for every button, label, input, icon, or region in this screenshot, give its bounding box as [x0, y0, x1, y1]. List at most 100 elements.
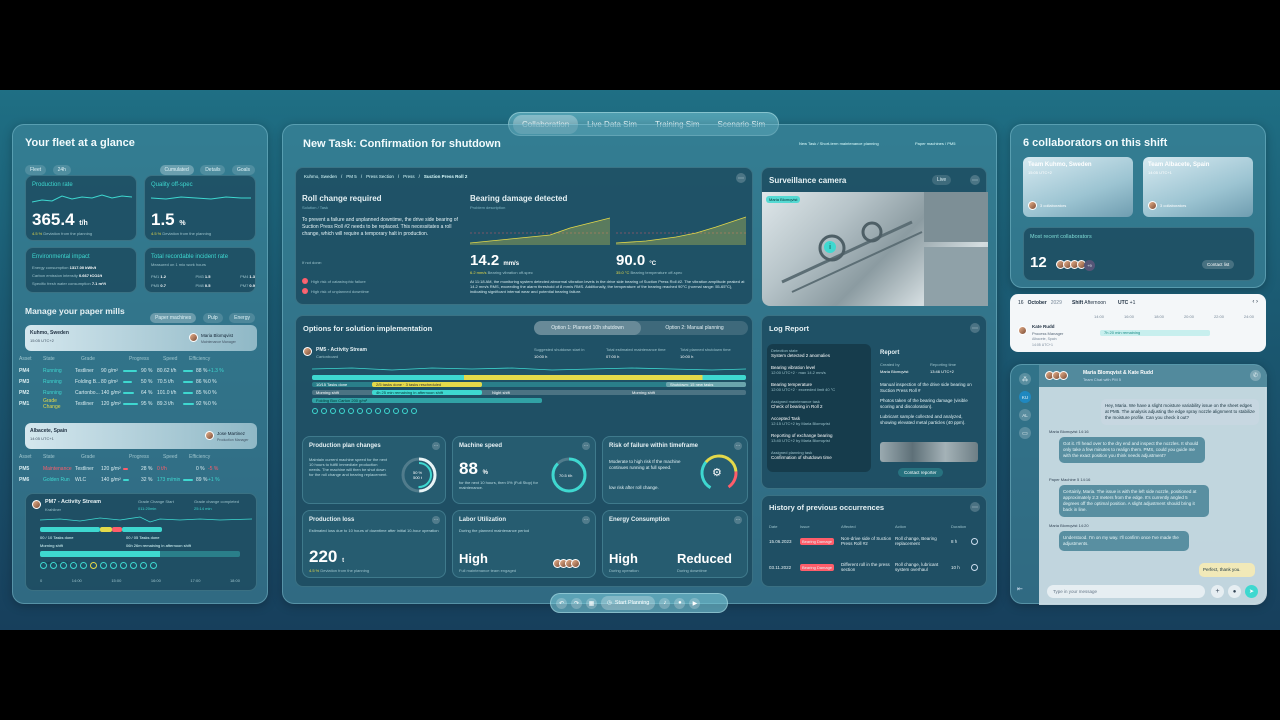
- team-albacete-card[interactable]: Team Albacete, Spain 14:05 UTC+1 3 colla…: [1143, 157, 1253, 217]
- breadcrumb[interactable]: Kuhmo, Sweden / PM 5/Press Section / Press / S…: [304, 174, 467, 179]
- contact-reporter-button[interactable]: Contact reporter: [898, 468, 943, 477]
- chat-bubble-icon[interactable]: ▭: [1019, 427, 1031, 439]
- log-item[interactable]: Reporting of exchange bearing 13:40 UTC+2…: [771, 433, 865, 443]
- fleet-filter[interactable]: Fleet: [25, 165, 47, 175]
- log-item[interactable]: Assigned planning task Confirmation of sh…: [771, 450, 865, 460]
- pm7-activity-stream[interactable]: PM7 - Activity Stream Krahliner Grade Ch…: [25, 493, 257, 591]
- gantt-grade: [312, 375, 746, 380]
- microphone-icon[interactable]: ●: [674, 597, 686, 609]
- schedule-utc[interactable]: UTC +1: [1118, 300, 1135, 306]
- machine-speed-card[interactable]: Machine speed ⋯ 88 % for the next 10 hou…: [452, 436, 596, 504]
- labor-card[interactable]: Labor Utilization ⋯ During the planned m…: [452, 510, 596, 578]
- option-2-button[interactable]: Option 2: Manual planning: [641, 321, 748, 335]
- table-row[interactable]: 15.06.2023 Bearing Damage Non-drive side o…: [769, 536, 981, 546]
- report-photos[interactable]: [880, 442, 978, 462]
- table-row[interactable]: PM1 Grade Change Testliner 120 g/m² 95 % 89.3…: [19, 398, 261, 410]
- speaker-icon[interactable]: ♪: [659, 597, 671, 609]
- schedule-date[interactable]: 16 October 2029: [1018, 300, 1062, 306]
- message-input[interactable]: Type in your message: [1047, 585, 1205, 598]
- avatar: [303, 347, 312, 356]
- recent-collaborators-card[interactable]: Most recent collaborators 12 +9 Contact …: [1023, 227, 1255, 281]
- log-item[interactable]: Detection state System detected 2 anomali…: [771, 348, 865, 358]
- chat-ku[interactable]: KU: [1019, 391, 1031, 403]
- info-icon[interactable]: i: [824, 241, 836, 253]
- more-icon[interactable]: ⋯: [970, 323, 980, 333]
- roll-body: To prevent a failure and unplanned downt…: [302, 217, 458, 237]
- group-icon[interactable]: ⁂: [1019, 373, 1031, 385]
- view-details[interactable]: Details: [200, 165, 226, 175]
- start-planning-button[interactable]: ◷ Start Planning: [601, 596, 656, 610]
- production-loss-card[interactable]: Production loss ⋯ Estimated loss due to …: [302, 510, 446, 578]
- risk-card[interactable]: Risk of failure within timeframe ⋯ Moder…: [602, 436, 748, 504]
- chip-paper-machines[interactable]: Paper machines: [150, 313, 197, 323]
- view-cumulated[interactable]: Cumulated: [159, 165, 194, 175]
- more-icon[interactable]: ⋯: [432, 442, 440, 450]
- quality-delta: 4.5 %: [151, 231, 162, 236]
- quality-card[interactable]: Quality off-spec 1.5 % 4.5 % Deviation f…: [144, 175, 256, 241]
- table-row[interactable]: PM5 Maintenance Testliner 120 g/m² 28 % 0 t/h…: [19, 463, 261, 474]
- log-item[interactable]: Assigned maintenance task Check of bearin…: [771, 399, 865, 409]
- grade-bar-next: [122, 527, 162, 532]
- table-row[interactable]: PM3 Running Folding B... 80 g/m² 50 % 70.5 t/…: [19, 376, 261, 387]
- phone-icon[interactable]: ✆: [1250, 370, 1261, 381]
- production-rate-card[interactable]: Production rate 365.4 t/h 4.5 % Deviatio…: [25, 175, 137, 241]
- chip-energy[interactable]: Energy: [229, 313, 255, 323]
- microphone-icon[interactable]: ●: [1228, 585, 1241, 598]
- contact-list-button[interactable]: Contact list: [1202, 260, 1235, 269]
- site-albacete[interactable]: Albacete, Spain 14:05 UTC+1 Jose Martine…: [25, 423, 257, 449]
- camera-feed[interactable]: Maria Blomqvist i: [762, 192, 988, 306]
- site-kuhmo[interactable]: Kuhmo, Sweden 15:05 UTC+2 Maria Blomqvis…: [25, 325, 257, 351]
- schedule-shift[interactable]: Shift Afternoon: [1072, 300, 1106, 306]
- energy-card[interactable]: Energy Consumption ⋯ High During operati…: [602, 510, 748, 578]
- send-icon[interactable]: ➤: [1245, 585, 1258, 598]
- schedule-nav[interactable]: ‹ ›: [1252, 299, 1258, 305]
- task-breadcrumb-2[interactable]: Paper machines / PM5: [915, 141, 955, 146]
- gc-start-label: Grade Change Start: [138, 499, 174, 504]
- quality-value: 1.5: [151, 210, 175, 229]
- more-icon[interactable]: ⋯: [736, 173, 746, 183]
- team-kuhmo-card[interactable]: Team Kuhmo, Sweden 15:05 UTC+2 3 collabo…: [1023, 157, 1133, 217]
- more-icon[interactable]: ⋯: [734, 516, 742, 524]
- undo-icon[interactable]: ↶: [556, 597, 567, 609]
- redo-icon[interactable]: ↷: [571, 597, 582, 609]
- table-row[interactable]: PM6 Golden Run WLC 140 g/m² 32 % 173 m/min 89 …: [19, 474, 261, 485]
- chat-al[interactable]: AL: [1019, 409, 1031, 421]
- more-icon[interactable]: ⋯: [970, 502, 980, 512]
- collapse-icon[interactable]: ⇤: [1017, 585, 1023, 593]
- production-loss-title: Production loss: [309, 517, 355, 523]
- more-icon[interactable]: ⋯: [432, 516, 440, 524]
- log-item[interactable]: Bearing temperature 12:00 UTC+2 · exceede…: [771, 382, 865, 392]
- live-selector[interactable]: Live: [932, 175, 952, 185]
- table-row[interactable]: PM2 Running Cartonbo... 140 g/m² 64 % 101.0 t…: [19, 387, 261, 398]
- more-icon[interactable]: ⋯: [734, 442, 742, 450]
- video-icon[interactable]: ▶: [689, 597, 701, 609]
- production-plan-card[interactable]: Production plan changes ⋯ Maintain curre…: [302, 436, 446, 504]
- pm5-stream-title: PM5 - Activity Stream: [316, 347, 367, 353]
- team-avatars: [553, 559, 580, 568]
- log-item[interactable]: Accepted Task 12:15 UTC+2 by Maria Blomqv…: [771, 416, 865, 426]
- more-icon[interactable]: ⋯: [582, 516, 590, 524]
- trir-card[interactable]: Total recordable incident rate Measured …: [144, 247, 256, 293]
- grid-icon[interactable]: ▦: [586, 597, 597, 609]
- table-row[interactable]: 03.11.2022 Bearing Damage Different roll i…: [769, 562, 981, 572]
- energy-downtime-note: During downtime: [677, 568, 708, 573]
- more-icon[interactable]: ⋯: [582, 442, 590, 450]
- time-filter[interactable]: 24h: [52, 165, 71, 175]
- environment-card[interactable]: Environmental impact Energy consumption …: [25, 247, 137, 293]
- view-goals[interactable]: Goals: [231, 165, 255, 175]
- log-item[interactable]: Bearing vibration level 12:00 UTC+2 · max…: [771, 365, 865, 375]
- gantt-afternoon-label: 4h 25 min remaining in afternoon shift: [376, 390, 443, 395]
- alert-icon: !: [302, 278, 308, 284]
- pm7-remaining: 06h 26m remaining in afternoon shift: [126, 543, 191, 548]
- more-icon[interactable]: ⋯: [970, 175, 980, 185]
- schedule-hours: 14:00 16:00 18:00 20:00 22:00 24:00: [1094, 314, 1254, 319]
- chip-pulp[interactable]: Pulp: [202, 313, 223, 323]
- camera-card[interactable]: Surveillance camera Live ⋯ Maria Blomqvi…: [761, 167, 988, 306]
- task-breadcrumb[interactable]: New Task / Short-term maintenance planni…: [799, 141, 879, 146]
- add-icon[interactable]: +: [1211, 585, 1224, 598]
- machine-speed-ring-label: 70.5 t/h: [559, 473, 573, 478]
- option-1-button[interactable]: Option 1: Planned 10h shutdown: [534, 321, 641, 335]
- message-2-author: Maria Blomqvist 14:16: [1049, 429, 1089, 434]
- table-row[interactable]: PM4 Running Testliner 90 g/m² 90 % 80.62 t/h 8…: [19, 365, 261, 376]
- labor-title: Labor Utilization: [459, 517, 506, 523]
